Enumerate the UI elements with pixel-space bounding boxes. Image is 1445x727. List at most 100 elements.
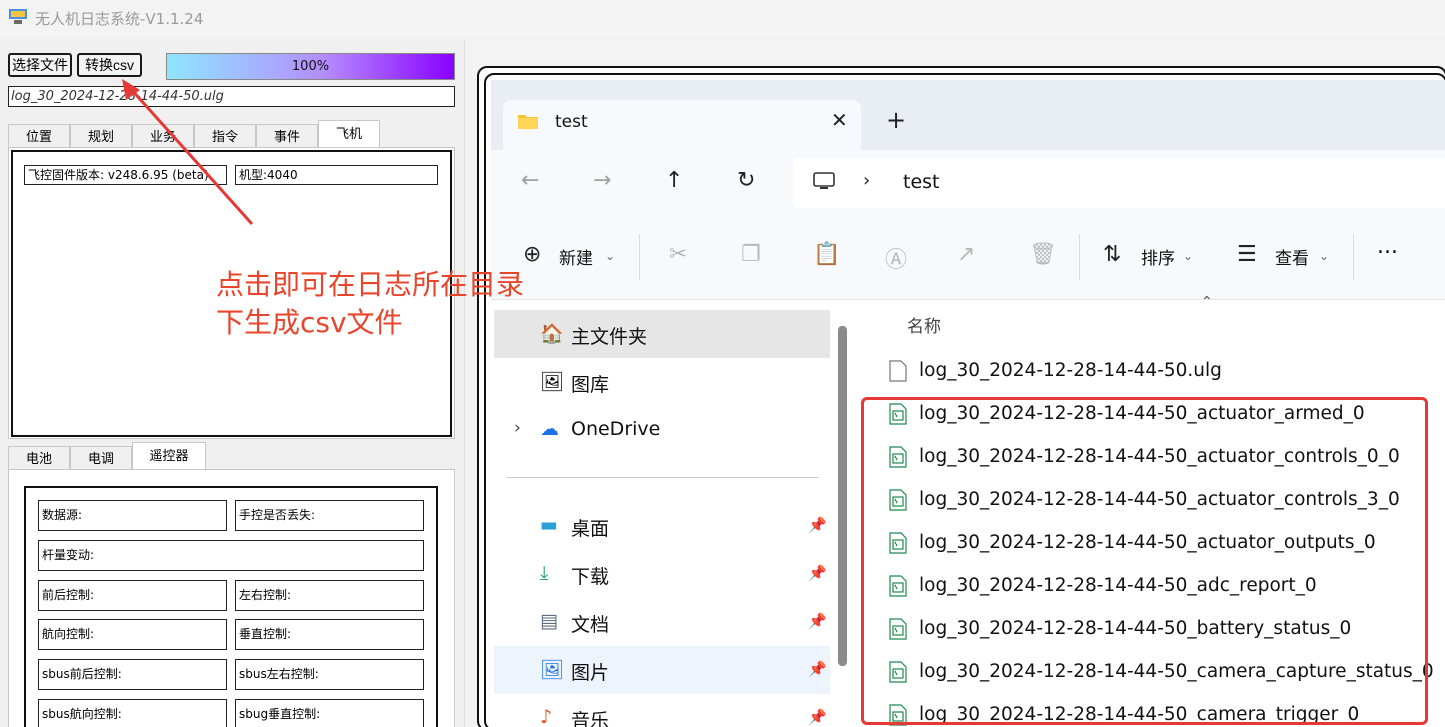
pin-icon[interactable]: 📌 [808, 708, 827, 726]
file-name: log_30_2024-12-28-14-44-50_actuator_cont… [919, 489, 1400, 510]
rename-icon[interactable]: Ⓐ [885, 242, 907, 274]
nav-item-pictures[interactable]: 🖼 图片 📌 [494, 646, 830, 694]
tab-business[interactable]: 业务 [132, 124, 194, 148]
explorer-tab[interactable]: test ✕ [503, 100, 861, 150]
progress-text: 100% [291, 59, 330, 74]
refresh-icon[interactable]: ↻ [737, 168, 755, 193]
sort-icon[interactable]: ⇅ [1103, 242, 1121, 267]
tab-esc[interactable]: 电调 [70, 446, 132, 470]
tab-aircraft[interactable]: 飞机 [318, 120, 380, 148]
file-name: log_30_2024-12-28-14-44-50_actuator_outp… [919, 532, 1376, 553]
file-name: log_30_2024-12-28-14-44-50_actuator_cont… [919, 446, 1400, 467]
pin-icon[interactable]: 📌 [808, 612, 827, 630]
nav-scrollbar[interactable] [838, 326, 847, 666]
pin-icon[interactable]: 📌 [808, 564, 827, 582]
pin-icon[interactable]: 📌 [808, 660, 827, 678]
command-bar: ⊕ 新建 ⌄ ✂ ❐ 📋 Ⓐ ↗ 🗑 ⇅ 排序 ⌄ ☰ 查看 ⌄ ... [491, 216, 1445, 300]
annotation-line-1: 点击即可在日志所在目录 [216, 268, 525, 301]
sbus-roll-field: sbus左右控制: [235, 659, 424, 690]
view-icon[interactable]: ☰ [1237, 242, 1257, 267]
file-icon [889, 360, 907, 382]
nav-divider [507, 477, 819, 478]
file-name: log_30_2024-12-28-14-44-50.ulg [919, 360, 1222, 381]
file-path-field[interactable]: log_30_2024-12-28-14-44-50.ulg [8, 86, 455, 107]
close-icon[interactable]: ✕ [831, 108, 848, 132]
chevron-right-icon: › [863, 170, 871, 191]
new-tab-button[interactable]: + [886, 106, 906, 134]
nav-item-onedrive[interactable]: › ☁ OneDrive [494, 406, 830, 454]
cut-icon[interactable]: ✂ [669, 242, 687, 267]
nav-item-downloads[interactable]: ⤓ 下载 📌 [494, 550, 830, 598]
nav-label: 主文件夹 [571, 326, 648, 348]
tab-remote-controller[interactable]: 遥控器 [132, 442, 206, 470]
chevron-down-icon: ⌄ [1183, 249, 1194, 263]
nav-label: 图库 [571, 374, 610, 396]
tab-position[interactable]: 位置 [8, 124, 70, 148]
delete-icon[interactable]: 🗑 [1029, 242, 1057, 267]
gallery-icon: 🖼 [540, 371, 565, 393]
pin-icon[interactable]: 📌 [808, 516, 827, 534]
nav-label: 下载 [571, 566, 610, 588]
address-bar[interactable]: › test [793, 158, 1445, 208]
nav-label: 桌面 [571, 518, 610, 540]
more-icon[interactable]: ... [1377, 234, 1398, 259]
nav-label: 音乐 [571, 710, 610, 727]
select-file-button[interactable]: 选择文件 [8, 53, 72, 77]
tab-title: test [555, 112, 588, 132]
csv-file-icon [889, 575, 907, 597]
convert-csv-button[interactable]: 转换csv [77, 53, 142, 77]
back-icon[interactable]: ← [521, 168, 539, 193]
explorer-tab-strip: test ✕ + [491, 80, 1445, 150]
column-header-name[interactable]: 名称 [907, 312, 941, 337]
tab-command[interactable]: 指令 [194, 124, 256, 148]
paste-icon[interactable]: 📋 [813, 242, 840, 267]
nav-item-music[interactable]: ♪ 音乐 📌 [494, 694, 830, 727]
toolbar-separator [639, 234, 640, 280]
tab-battery[interactable]: 电池 [8, 446, 70, 470]
annotation-line-2: 下生成csv文件 [216, 306, 403, 339]
share-icon[interactable]: ↗ [957, 242, 975, 267]
nav-label: OneDrive [571, 418, 661, 440]
new-icon[interactable]: ⊕ [523, 242, 541, 267]
app-icon [9, 9, 27, 24]
data-source-field: 数据源: [38, 500, 227, 531]
csv-file-icon [889, 489, 907, 511]
csv-file-icon [889, 532, 907, 554]
rc-panel: 数据源: 手控是否丢失: 杆量变动: 前后控制: 左右控制: 航向控制: 垂直控… [24, 486, 438, 727]
home-icon: 🏠 [540, 323, 564, 345]
sbus-yaw-field: sbus航向控制: [38, 699, 227, 727]
new-button[interactable]: 新建 [559, 244, 593, 269]
chevron-down-icon: ⌄ [605, 249, 616, 263]
throttle-control-field: 垂直控制: [235, 619, 424, 650]
view-button[interactable]: 查看 [1275, 244, 1309, 269]
forward-icon[interactable]: → [593, 168, 611, 193]
chevron-right-icon[interactable]: › [514, 418, 521, 438]
file-name: log_30_2024-12-28-14-44-50_camera_captur… [919, 661, 1434, 682]
nav-item-gallery[interactable]: 🖼 图库 [494, 358, 830, 406]
file-explorer-window: test ✕ + ← → ↑ ↻ › test ⊕ 新建 ⌄ ✂ ❐ 📋 Ⓐ ↗… [491, 80, 1445, 727]
navigation-bar: ← → ↑ ↻ › test [491, 150, 1445, 216]
nav-label: 图片 [571, 662, 610, 684]
copy-icon[interactable]: ❐ [741, 242, 761, 267]
toolbar-separator [1079, 234, 1080, 280]
nav-item-desktop[interactable]: ▬ 桌面 📌 [494, 502, 830, 550]
music-icon: ♪ [540, 706, 553, 727]
csv-file-icon [889, 403, 907, 425]
nav-item-home[interactable]: 🏠 主文件夹 [494, 310, 830, 358]
progress-bar: 100% [166, 53, 455, 80]
tab-events[interactable]: 事件 [256, 124, 318, 148]
up-icon[interactable]: ↑ [665, 168, 683, 193]
tab-planning[interactable]: 规划 [70, 124, 132, 148]
file-name: log_30_2024-12-28-14-44-50_battery_statu… [919, 618, 1352, 639]
breadcrumb[interactable]: test [903, 171, 940, 193]
file-name: log_30_2024-12-28-14-44-50_adc_report_0 [919, 575, 1317, 596]
annotation-text: 点击即可在日志所在目录 下生成csv文件 [216, 266, 524, 342]
file-list: ⌃ 名称 log_30_2024-12-28-14-44-50.ulg log_3… [857, 294, 1445, 727]
sort-button[interactable]: 排序 [1141, 244, 1175, 269]
csv-file-icon [889, 661, 907, 683]
nav-item-documents[interactable]: ▤ 文档 📌 [494, 598, 830, 646]
stick-change-field: 杆量变动: [38, 540, 424, 571]
computer-icon [813, 172, 835, 189]
download-icon: ⤓ [540, 562, 549, 584]
toolbar-separator [1353, 234, 1354, 280]
